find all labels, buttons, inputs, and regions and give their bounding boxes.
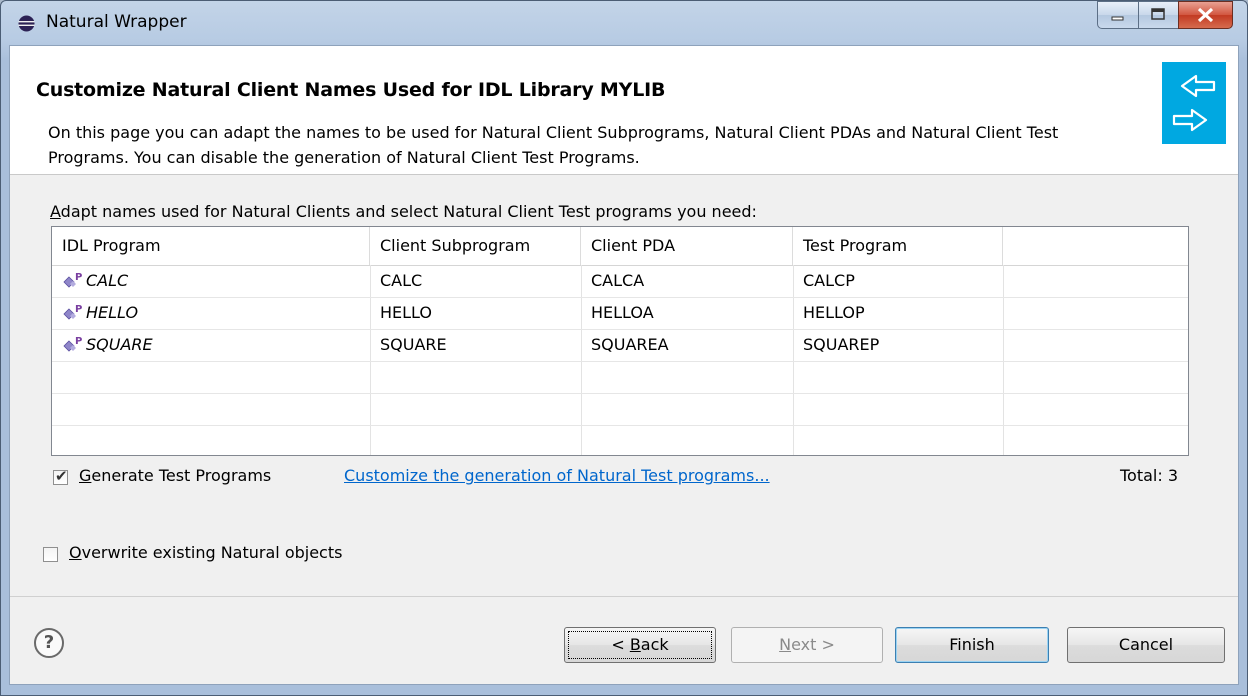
test-program-cell[interactable]: CALCP (793, 265, 855, 297)
empty-table-row (52, 361, 1188, 394)
idl-program-icon: P (62, 271, 84, 293)
test-program-cell[interactable]: HELLOP (793, 297, 865, 329)
mnemonic: N (779, 635, 792, 654)
mnemonic: A (50, 202, 61, 221)
page-title: Customize Natural Client Names Used for … (36, 79, 666, 101)
client-subprogram-cell[interactable]: CALC (370, 265, 422, 297)
dialog-client-area: Customize Natural Client Names Used for … (9, 45, 1239, 685)
table-instruction-label: Adapt names used for Natural Clients and… (50, 202, 757, 221)
label-text: verwrite existing Natural objects (81, 543, 343, 562)
idl-program-name: CALC (86, 271, 129, 290)
column-header-client-pda[interactable]: Client PDA (581, 227, 793, 265)
close-icon (1197, 7, 1214, 23)
total-count: Total: 3 (1120, 466, 1179, 485)
label-text: enerate Test Programs (91, 466, 272, 485)
finish-button[interactable]: Finish (895, 627, 1049, 663)
idl-program-cell[interactable]: P CALC (52, 265, 128, 297)
dialog-window: Natural Wrapper Customize Natural Client… (0, 0, 1248, 696)
client-pda-cell[interactable]: HELLOA (581, 297, 654, 329)
program-badge: P (75, 336, 82, 347)
client-pda-cell[interactable]: CALCA (581, 265, 644, 297)
minimize-icon (1111, 16, 1124, 21)
wizard-banner-image (1162, 62, 1226, 144)
idl-program-cell[interactable]: P HELLO (52, 297, 138, 329)
help-button[interactable]: ? (34, 628, 64, 658)
generate-test-programs-label[interactable]: Generate Test Programs (79, 466, 271, 485)
table-row[interactable]: P CALC CALC CALCA CALCP (52, 265, 1188, 298)
empty-table-row (52, 425, 1188, 455)
overwrite-existing-checkbox[interactable] (43, 547, 58, 562)
column-header-client-subprogram[interactable]: Client Subprogram (370, 227, 581, 265)
next-button[interactable]: Next > (731, 627, 883, 663)
generate-test-programs-checkbox[interactable]: ✔ (53, 467, 68, 485)
empty-table-row (52, 393, 1188, 426)
test-program-cell[interactable]: SQUAREP (793, 329, 879, 361)
program-badge: P (75, 272, 82, 283)
column-header-idl-program[interactable]: IDL Program (52, 227, 370, 265)
mnemonic: O (69, 543, 82, 562)
close-button[interactable] (1178, 1, 1233, 29)
client-subprogram-cell[interactable]: HELLO (370, 297, 432, 329)
table-header: IDL Program Client Subprogram Client PDA… (52, 227, 1188, 266)
idl-program-icon: P (62, 303, 84, 325)
arrows-exchange-icon (1172, 74, 1216, 132)
footer-separator (10, 596, 1238, 597)
next-label-rest: ext > (791, 635, 835, 654)
client-pda-cell[interactable]: SQUAREA (581, 329, 669, 361)
cancel-button[interactable]: Cancel (1067, 627, 1225, 663)
page-description: On this page you can adapt the names to … (48, 123, 1059, 167)
column-header-test-program[interactable]: Test Program (793, 227, 1003, 265)
maximize-button[interactable] (1138, 1, 1179, 29)
label-text: dapt names used for Natural Clients and … (60, 202, 757, 221)
checkmark-icon: ✔ (55, 467, 68, 485)
title-bar[interactable]: Natural Wrapper (1, 1, 1247, 45)
table-row[interactable]: P HELLO HELLO HELLOA HELLOP (52, 297, 1188, 330)
idl-program-name: HELLO (86, 303, 139, 322)
wizard-header: Customize Natural Client Names Used for … (10, 46, 1238, 175)
client-subprogram-cell[interactable]: SQUARE (370, 329, 447, 361)
idl-program-name: SQUARE (86, 335, 153, 354)
client-names-table[interactable]: IDL Program Client Subprogram Client PDA… (51, 226, 1189, 456)
mnemonic: G (79, 466, 92, 485)
program-badge: P (75, 304, 82, 315)
minimize-button[interactable] (1097, 1, 1139, 29)
table-row[interactable]: P SQUARE SQUARE SQUAREA SQUAREP (52, 329, 1188, 362)
focus-rectangle (568, 631, 712, 659)
overwrite-existing-label[interactable]: Overwrite existing Natural objects (69, 543, 342, 562)
help-icon: ? (43, 632, 55, 653)
eclipse-app-icon (18, 15, 35, 32)
idl-program-cell[interactable]: P SQUARE (52, 329, 153, 361)
idl-program-icon: P (62, 335, 84, 357)
maximize-icon (1151, 8, 1165, 20)
back-button[interactable]: < Back (564, 627, 716, 663)
window-title: Natural Wrapper (46, 12, 187, 32)
customize-test-programs-link[interactable]: Customize the generation of Natural Test… (344, 466, 770, 485)
